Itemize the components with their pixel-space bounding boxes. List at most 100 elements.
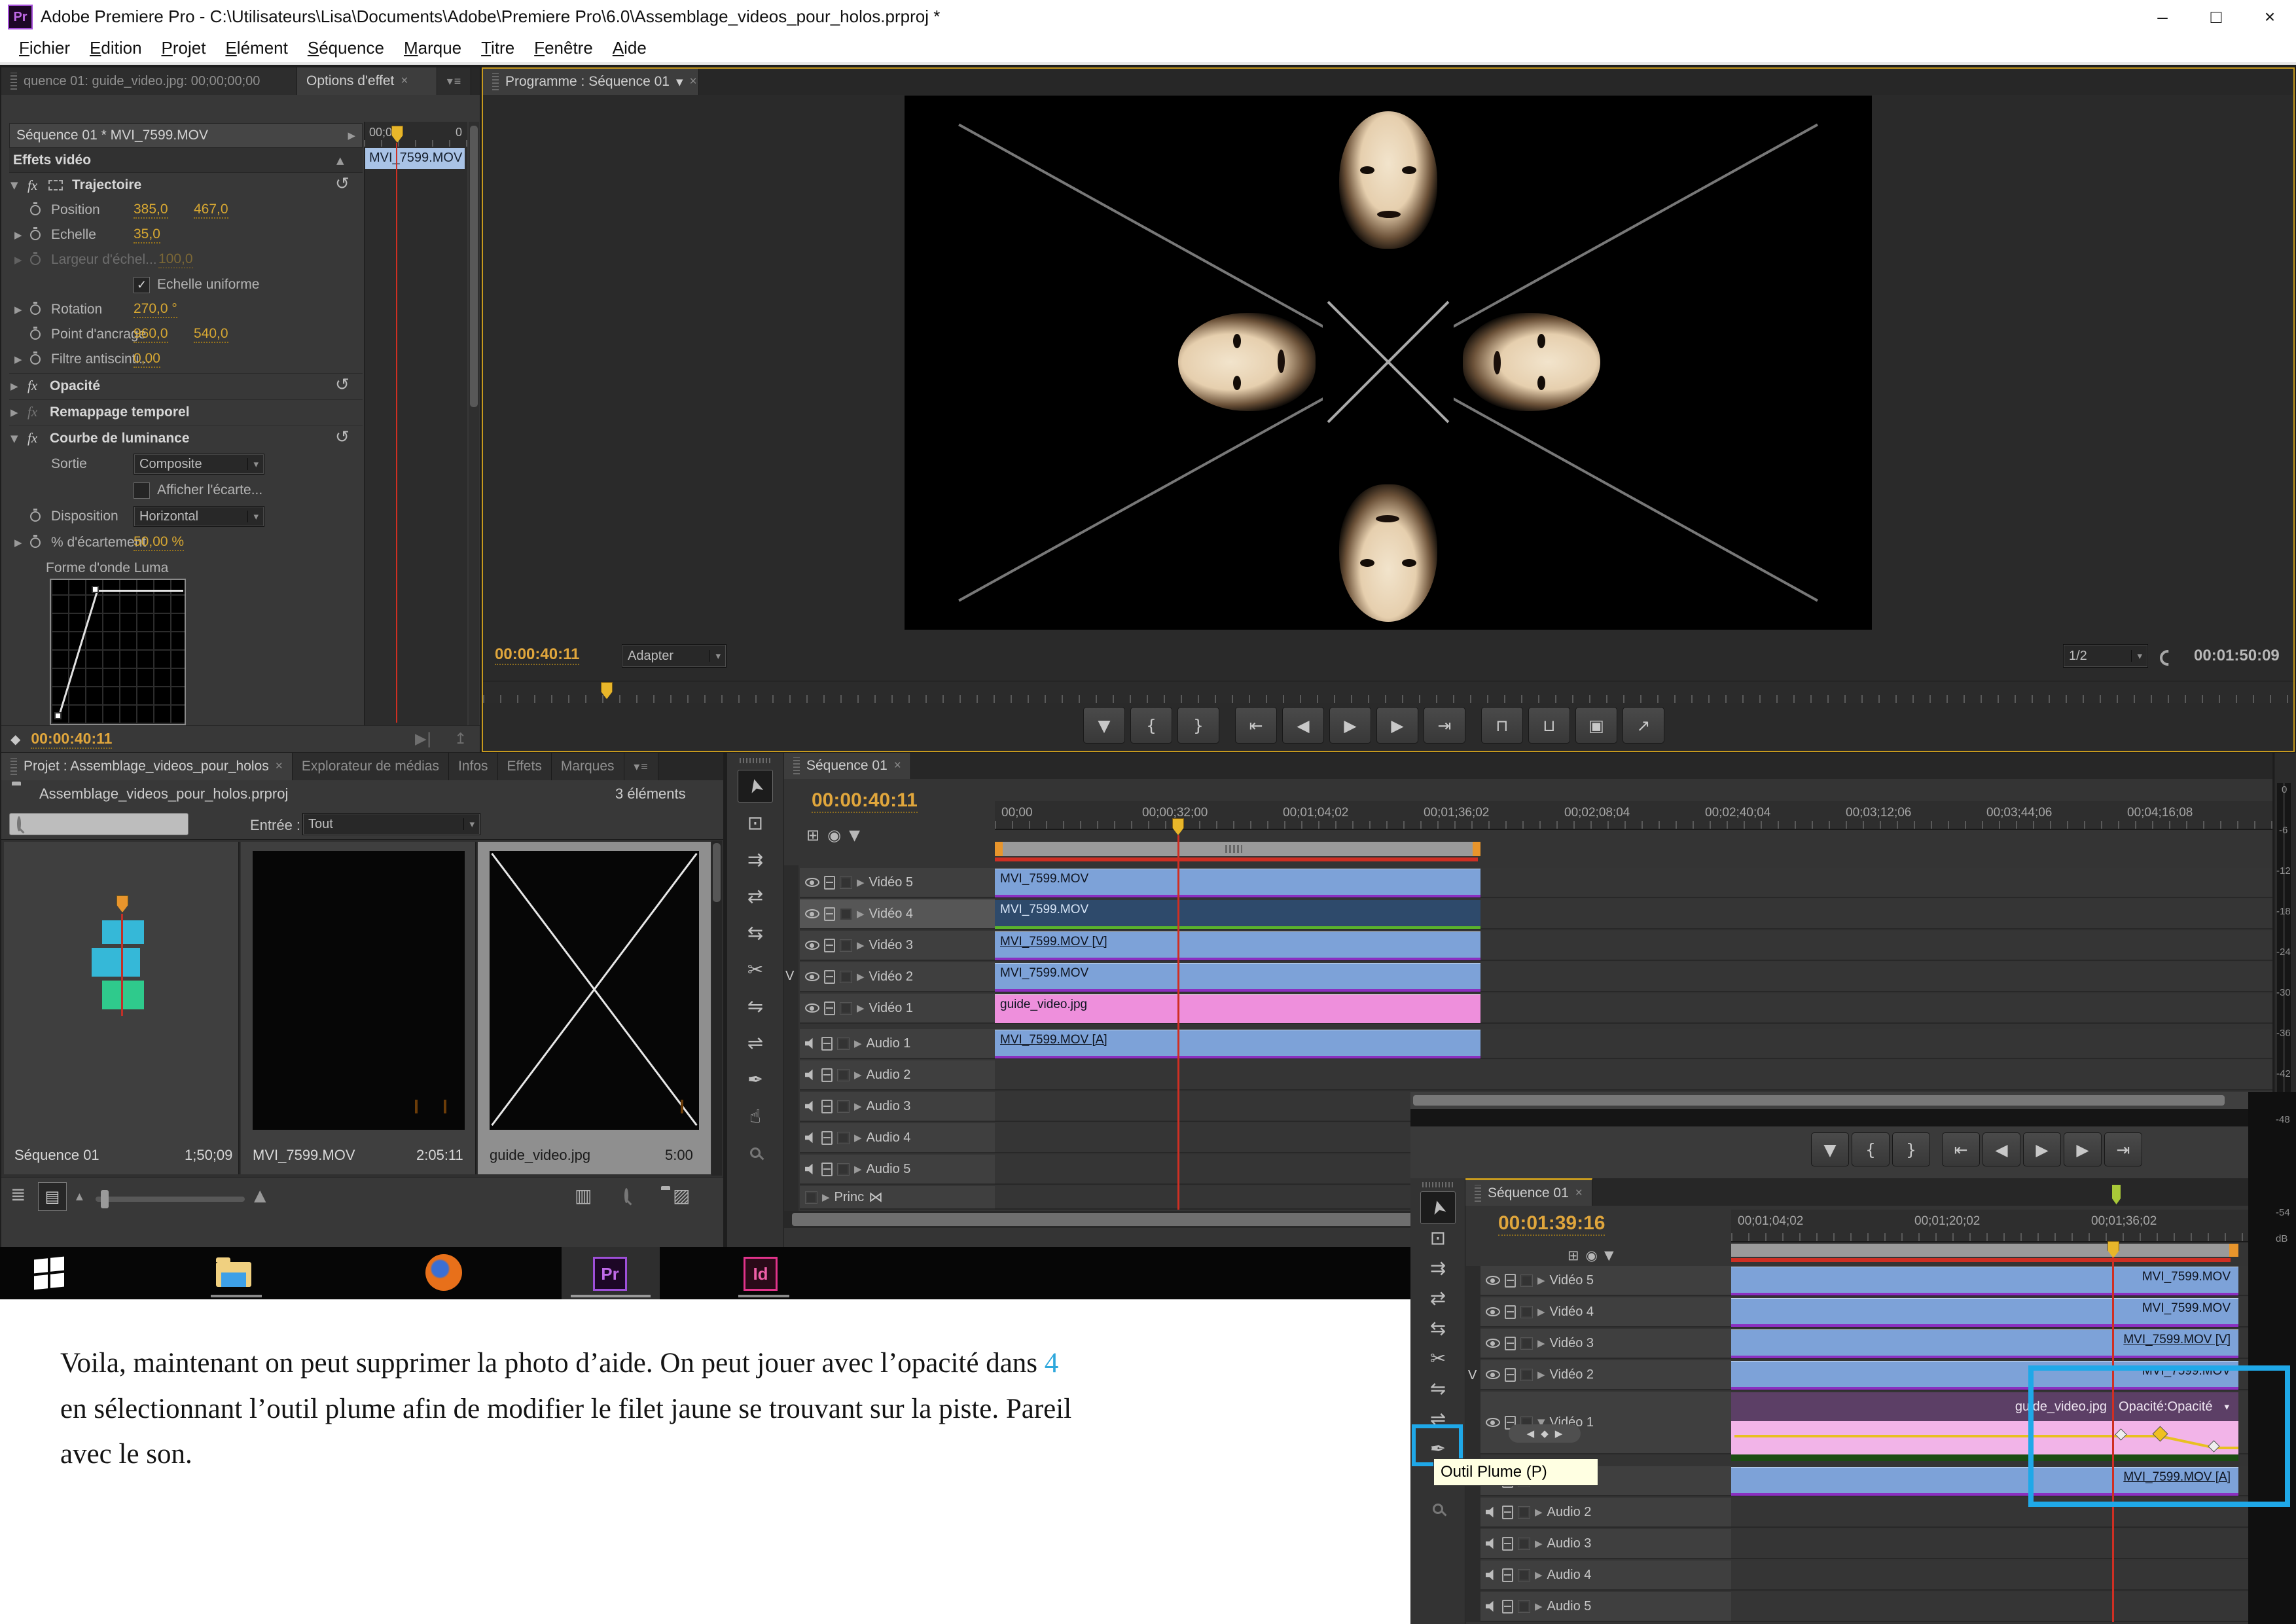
- program-mini-timeline[interactable]: [483, 681, 2293, 703]
- menu-item-titre[interactable]: Titre: [471, 35, 524, 61]
- ov-rolling-edit-tool[interactable]: ⇄: [1420, 1282, 1456, 1314]
- speaker-icon[interactable]: [1486, 1506, 1498, 1518]
- expand-icon[interactable]: ▶: [854, 1100, 862, 1112]
- checkbox-checked[interactable]: ✓: [134, 277, 150, 293]
- menu-item-element[interactable]: Elément: [215, 35, 297, 61]
- eye-icon[interactable]: [1486, 1418, 1500, 1427]
- ov-work-area-bar[interactable]: [1731, 1244, 2238, 1257]
- eye-icon[interactable]: [805, 878, 819, 887]
- sync-lock-icon[interactable]: [821, 1131, 833, 1145]
- sync-lock-icon[interactable]: [821, 1100, 833, 1113]
- lock-slot[interactable]: [840, 908, 852, 920]
- expand-icon[interactable]: ▼: [10, 179, 18, 191]
- lock-slot[interactable]: [837, 1038, 850, 1050]
- ov-go-to-out-button[interactable]: ⇥: [2104, 1132, 2142, 1166]
- effects-mini-timeline[interactable]: [364, 122, 467, 725]
- lock-slot[interactable]: [1518, 1569, 1530, 1581]
- track-header-audio-1[interactable]: ▶Audio 1: [800, 1029, 995, 1059]
- snap-icon[interactable]: ⊞: [806, 826, 819, 844]
- start-button[interactable]: [34, 1257, 64, 1290]
- ov-lane-a5[interactable]: [1731, 1592, 2248, 1622]
- add-keyframe-icon[interactable]: ◆: [1541, 1428, 1549, 1439]
- lock-slot[interactable]: [1520, 1337, 1533, 1350]
- tab-info[interactable]: Infos: [449, 753, 498, 780]
- menu-item-fichier[interactable]: Fichier: [9, 35, 80, 61]
- expand-icon[interactable]: ▶: [1535, 1538, 1543, 1549]
- param-value-y[interactable]: 540,0: [194, 326, 228, 343]
- ov-lane-a4[interactable]: [1731, 1561, 2248, 1591]
- tab-media-browser[interactable]: Explorateur de médias: [293, 753, 449, 780]
- speaker-icon[interactable]: [805, 1069, 817, 1081]
- fit-dropdown[interactable]: Adapter▾: [622, 644, 726, 668]
- ov-clip-video3[interactable]: MVI_7599.MOV [V]: [1731, 1329, 2238, 1358]
- ov-clip-video5[interactable]: MVI_7599.MOV: [1731, 1267, 2238, 1295]
- clip-video5[interactable]: MVI_7599.MOV: [995, 869, 1480, 897]
- expand-icon[interactable]: ▶: [822, 1191, 830, 1203]
- menu-item-fenetre[interactable]: Fenêtre: [524, 35, 603, 61]
- param-value-x[interactable]: 385,0: [134, 202, 168, 219]
- caret-icon[interactable]: ▾: [676, 74, 683, 90]
- item-name[interactable]: MVI_7599.MOV: [253, 1147, 355, 1164]
- sync-lock-icon[interactable]: [824, 876, 835, 890]
- sync-lock-icon[interactable]: [821, 1068, 833, 1082]
- ov-step-back-button[interactable]: ◀: [1982, 1132, 2020, 1166]
- snap-icon[interactable]: ⊞: [1568, 1248, 1579, 1263]
- tab-effect-controls[interactable]: Options d'effet×: [297, 67, 437, 95]
- ov-slip-tool[interactable]: ⇋: [1420, 1372, 1456, 1405]
- expand-icon[interactable]: ▶: [1535, 1569, 1543, 1581]
- ov-ripple-edit-tool[interactable]: ⇉: [1420, 1252, 1456, 1284]
- ov-scroll-thumb[interactable]: [1413, 1095, 2225, 1106]
- speaker-icon[interactable]: [1486, 1600, 1498, 1612]
- slide-tool[interactable]: ⇌: [738, 1026, 773, 1059]
- track-header-audio-3[interactable]: ▶Audio 3: [800, 1092, 995, 1122]
- stopwatch-icon[interactable]: [30, 329, 41, 340]
- track-header-audio-5[interactable]: ▶Audio 5: [800, 1155, 995, 1185]
- item-name[interactable]: guide_video.jpg: [490, 1147, 590, 1164]
- ov-go-to-in-button[interactable]: ⇤: [1942, 1132, 1980, 1166]
- expand-icon[interactable]: ▶: [1537, 1306, 1545, 1318]
- sync-lock-icon[interactable]: [821, 1037, 833, 1051]
- ov-tab-sequence[interactable]: Séquence 01×: [1465, 1178, 1592, 1206]
- tab-effects[interactable]: Effets: [498, 753, 552, 780]
- speaker-icon[interactable]: [1486, 1538, 1498, 1549]
- expand-icon[interactable]: ▶: [1535, 1506, 1543, 1518]
- expand-icon[interactable]: ▶: [857, 1002, 865, 1014]
- lock-slot[interactable]: [1520, 1274, 1533, 1287]
- expand-icon[interactable]: ▶: [10, 406, 18, 418]
- pen-tool[interactable]: ✒: [738, 1063, 773, 1096]
- playhead-line[interactable]: [396, 143, 397, 723]
- track-header-video-3[interactable]: ▶Vidéo 3: [800, 931, 995, 961]
- sync-lock-icon[interactable]: [1505, 1337, 1516, 1350]
- ov-razor-tool[interactable]: ✂: [1420, 1342, 1456, 1375]
- lock-slot[interactable]: [837, 1100, 850, 1113]
- track-lane-a2[interactable]: [995, 1060, 2272, 1091]
- eye-icon[interactable]: [1486, 1370, 1500, 1379]
- ov-mark-in-button[interactable]: {: [1852, 1132, 1890, 1166]
- collapse-icon[interactable]: ▲: [336, 154, 344, 166]
- sync-lock-icon[interactable]: [824, 939, 835, 952]
- lock-slot[interactable]: [837, 1163, 850, 1176]
- clip-video3[interactable]: MVI_7599.MOV [V]: [995, 931, 1480, 960]
- expand-icon[interactable]: ▶: [857, 971, 865, 983]
- track-header-audio-2[interactable]: ▶Audio 2: [800, 1060, 995, 1091]
- eye-icon[interactable]: [1486, 1307, 1500, 1316]
- sync-lock-icon[interactable]: [1505, 1274, 1516, 1288]
- close-button[interactable]: ×: [2244, 0, 2296, 34]
- lock-slot[interactable]: [837, 1132, 850, 1144]
- track-header-audio-4[interactable]: ▶Audio 4: [800, 1123, 995, 1153]
- lock-slot[interactable]: [1518, 1600, 1530, 1613]
- panel-menu-icon[interactable]: ▾≡: [624, 753, 658, 780]
- sync-lock-icon[interactable]: [1505, 1368, 1516, 1382]
- stopwatch-icon[interactable]: [30, 205, 41, 215]
- ov-track-select-tool[interactable]: ⊡: [1420, 1221, 1456, 1254]
- extract-button[interactable]: ⊔: [1528, 707, 1570, 744]
- eye-icon[interactable]: [805, 941, 819, 950]
- go-to-in-button[interactable]: ⇤: [1235, 707, 1277, 744]
- effects-scrollbar-thumb[interactable]: [470, 126, 478, 407]
- automate-sequence-icon[interactable]: ▥: [575, 1185, 592, 1206]
- ov-rate-stretch-tool[interactable]: ⇆: [1420, 1312, 1456, 1344]
- clip-video2[interactable]: MVI_7599.MOV: [995, 963, 1480, 992]
- layout-dropdown[interactable]: Horizontal▾: [134, 506, 264, 527]
- pin-icon[interactable]: ▼: [1604, 1248, 1614, 1263]
- step-forward-button[interactable]: ▶: [1376, 707, 1418, 744]
